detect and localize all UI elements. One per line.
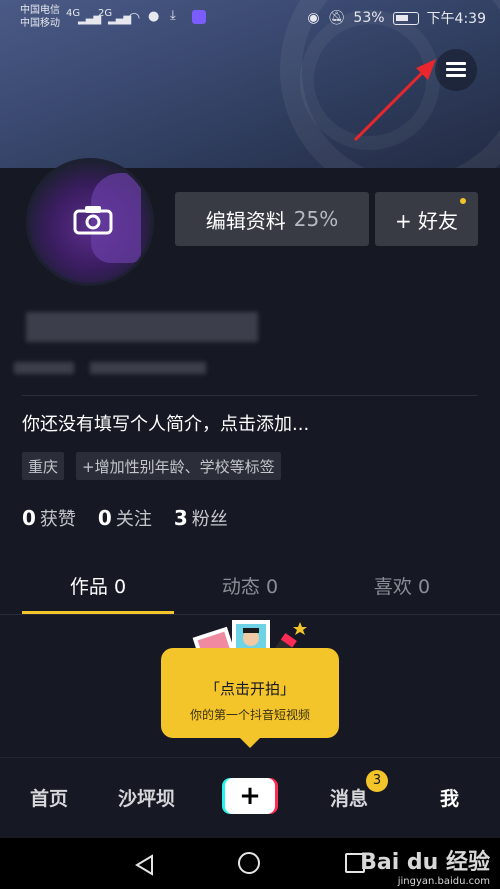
bio-placeholder[interactable]: 你还没有填写个人简介，点击添加... <box>22 410 309 436</box>
profile-completion: 25% <box>293 207 339 231</box>
baidu-watermark: Bai du 经验 jingyan.baidu.com <box>360 850 490 887</box>
tab-moments[interactable]: 动态 0 <box>174 562 326 614</box>
notification-dot <box>460 198 466 204</box>
content-tabs: 作品 0 动态 0 喜欢 0 <box>22 562 478 614</box>
edit-profile-label: 编辑资料 <box>205 208 286 233</box>
hamburger-menu-icon <box>446 62 466 78</box>
nav-local[interactable]: 沙坪坝 <box>118 784 175 811</box>
clock: 下午4:39 <box>426 11 486 27</box>
nav-home[interactable]: 首页 <box>30 784 68 811</box>
divider <box>22 395 478 396</box>
add-tags-button[interactable]: +增加性别年龄、学校等标签 <box>76 452 281 480</box>
back-icon[interactable] <box>134 854 156 876</box>
tab-divider <box>0 614 500 615</box>
tab-likes[interactable]: 喜欢 0 <box>326 562 478 614</box>
battery-percent: 53% <box>353 10 385 26</box>
following-stat[interactable]: 0 关注 <box>98 505 152 531</box>
prompt-subtitle: 你的第一个抖音短视频 <box>189 708 310 722</box>
wifi-icon: ◠ <box>128 10 141 26</box>
add-friend-button[interactable]: + 好友 <box>375 192 478 246</box>
wechat-icon: ● <box>148 9 160 24</box>
user-id-blurred <box>90 362 206 374</box>
user-id-blurred <box>14 362 74 374</box>
edit-profile-button[interactable]: 编辑资料 25% <box>175 192 369 246</box>
message-badge: 3 <box>366 770 388 792</box>
username-blurred <box>26 312 258 342</box>
status-right: ◉ 🔕︎ 53% 下午4:39 <box>307 8 486 28</box>
mute-icon: 🔕︎ <box>327 10 346 26</box>
add-friend-label: + 好友 <box>394 208 459 233</box>
menu-button[interactable] <box>435 49 477 91</box>
create-video-button[interactable]: + <box>222 778 278 814</box>
system-nav-bar: Bai du 经验 jingyan.baidu.com <box>0 838 500 889</box>
download-icon: ⤓ <box>170 8 176 23</box>
nav-messages[interactable]: 消息 <box>330 784 368 811</box>
camera-icon <box>73 206 113 235</box>
start-shooting-prompt[interactable]: 「点击开拍」 你的第一个抖音短视频 <box>161 648 339 748</box>
prompt-title: 「点击开拍」 <box>204 680 295 698</box>
plus-icon: + <box>225 778 275 814</box>
nav-me[interactable]: 我 <box>440 784 459 811</box>
avatar[interactable] <box>26 158 154 286</box>
home-icon[interactable] <box>238 852 260 874</box>
battery-icon <box>392 11 419 25</box>
stats-row: 0 获赞 0 关注 3 粉丝 <box>22 505 228 531</box>
app-icon <box>192 10 206 24</box>
status-bar: 中国电信 中国移动 4G ▂▄▆ 2G ▂▄▆ ◠ ● ⤓ ◉ 🔕︎ 53% 下… <box>0 0 500 36</box>
eye-icon: ◉ <box>307 10 320 26</box>
location-tag[interactable]: 重庆 <box>22 452 65 480</box>
tab-works[interactable]: 作品 0 <box>22 562 174 614</box>
carrier-2: 中国移动 <box>20 18 60 29</box>
followers-stat[interactable]: 3 粉丝 <box>174 505 228 531</box>
bottom-nav: 首页 沙坪坝 + 消息 3 我 <box>0 757 500 837</box>
likes-stat[interactable]: 0 获赞 <box>22 505 76 531</box>
carrier-1: 中国电信 <box>20 5 60 16</box>
carrier-info: 中国电信 中国移动 <box>20 4 60 30</box>
